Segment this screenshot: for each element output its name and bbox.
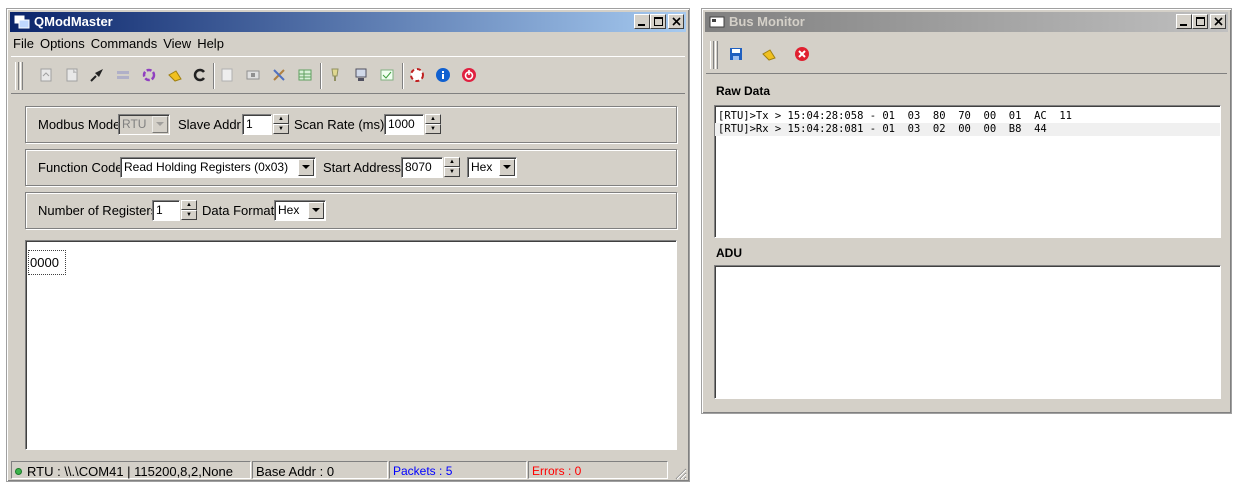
monitor-app-icon [709,16,725,28]
close-button[interactable] [668,14,684,29]
start-address-stepper[interactable]: ▲ ▼ [444,157,460,178]
status-bar: RTU : \\.\COM41 | 115200,8,2,None Base A… [11,460,687,480]
exit-icon[interactable] [461,67,477,83]
main-title-bar[interactable]: QModMaster [10,12,686,32]
maximize-button[interactable] [1192,14,1208,29]
close-button[interactable] [1210,14,1226,29]
exit-icon[interactable] [794,46,810,62]
scan-rate-input[interactable]: 1000 [384,114,424,135]
qmodmaster-window: QModMaster File Options Commands View He… [6,8,690,482]
load-session-icon[interactable] [38,67,54,83]
bus-monitor-icon[interactable] [297,67,313,83]
toolbar-grip[interactable] [710,41,714,69]
scan-rate-label: Scan Rate (ms) [294,117,385,132]
minimize-icon [638,23,645,26]
bus-monitor-window: Bus Monitor Raw Data [RTU]>Tx > 15:04:28… [701,8,1232,414]
save-session-icon[interactable] [64,67,80,83]
status-led-icon [15,468,22,475]
slave-addr-input[interactable]: 1 [242,114,272,135]
minimize-icon [1180,23,1187,26]
maximize-icon [653,17,663,26]
close-icon [1213,17,1223,26]
toolbar-separator [213,63,215,89]
errors-status: Errors : 0 [528,461,668,479]
maximize-button[interactable] [650,14,666,29]
menu-bar: File Options Commands View Help [11,35,685,53]
num-registers-input[interactable]: 1 [152,200,180,221]
info-icon[interactable] [435,67,451,83]
register-values-grid[interactable]: 0000 [25,240,677,450]
toolbar-separator [320,63,322,89]
raw-data-row[interactable]: [RTU]>Rx > 15:04:28:081 - 01 03 02 00 00… [715,123,1220,136]
bus-monitor-title-bar[interactable]: Bus Monitor [705,12,1228,32]
scan-rate-stepper[interactable]: ▲ ▼ [425,114,441,135]
tools-icon[interactable] [271,67,287,83]
clear-icon[interactable] [761,46,777,62]
toolbar-separator [402,63,404,89]
modbus-mode-label: Modbus Mode [38,117,121,132]
register-settings-group: Number of Registers 1 ▲ ▼ Data Format Hex [25,192,677,229]
chevron-down-icon[interactable] [298,159,314,176]
headers-icon[interactable] [379,67,395,83]
function-code-label: Function Code [38,160,123,175]
toolbar-grip[interactable] [20,62,23,90]
main-title: QModMaster [34,14,113,29]
connection-status: RTU : \\.\COM41 | 115200,8,2,None [11,461,251,479]
register-value-cell[interactable]: 0000 [28,250,66,275]
menu-file[interactable]: File [11,35,38,53]
size-grip-icon[interactable] [673,466,687,480]
log-icon[interactable] [327,67,343,83]
adu-label: ADU [716,246,742,260]
minimize-button[interactable] [634,14,650,29]
connection-settings-group: Modbus Mode RTU Slave Addr 1 ▲ ▼ Scan Rat… [25,106,677,143]
start-address-input[interactable]: 8070 [401,157,443,178]
read-write-icon[interactable] [219,67,235,83]
slave-addr-stepper[interactable]: ▲ ▼ [273,114,289,135]
save-icon[interactable] [728,46,744,62]
raw-data-label: Raw Data [716,84,771,98]
serial-rtu-icon[interactable] [115,67,131,83]
app-icon [14,15,30,29]
menu-view[interactable]: View [161,35,195,53]
menu-options[interactable]: Options [38,35,89,53]
chevron-down-icon[interactable] [499,159,515,176]
toolbar-grip[interactable] [715,41,718,69]
num-registers-label: Number of Registers [38,203,158,218]
connection-status-text: RTU : \\.\COM41 | 115200,8,2,None [27,464,233,479]
bus-monitor-toolbar [706,36,1227,74]
connect-icon[interactable] [89,67,105,83]
reset-icon[interactable] [192,67,208,83]
chevron-down-icon[interactable] [308,202,324,219]
num-registers-stepper[interactable]: ▲ ▼ [181,200,197,221]
toolbar-grip[interactable] [15,62,19,90]
slave-addr-label: Slave Addr [178,117,241,132]
main-toolbar [11,56,685,94]
menu-commands[interactable]: Commands [89,35,161,53]
raw-data-log[interactable]: [RTU]>Tx > 15:04:28:058 - 01 03 80 70 00… [714,105,1221,238]
base-addr-status: Base Addr : 0 [252,461,388,479]
bus-monitor-title: Bus Monitor [729,14,805,29]
chevron-down-icon[interactable] [152,116,168,133]
close-icon [671,17,681,26]
data-format-label: Data Format [202,203,275,218]
about-qt-icon[interactable] [409,67,425,83]
minimize-button[interactable] [1176,14,1192,29]
menu-help[interactable]: Help [195,35,228,53]
maximize-icon [1195,17,1205,26]
adu-panel[interactable] [714,265,1221,399]
raw-data-row[interactable]: [RTU]>Tx > 15:04:28:058 - 01 03 80 70 00… [715,110,1220,123]
start-address-label: Start Address [323,160,402,175]
clear-icon[interactable] [167,67,183,83]
settings-icon[interactable] [353,67,369,83]
function-code-select[interactable]: Read Holding Registers (0x03) [120,157,316,178]
packets-status: Packets : 5 [389,461,527,479]
tcp-icon[interactable] [141,67,157,83]
scan-icon[interactable] [245,67,261,83]
function-settings-group: Function Code Read Holding Registers (0x… [25,149,677,186]
